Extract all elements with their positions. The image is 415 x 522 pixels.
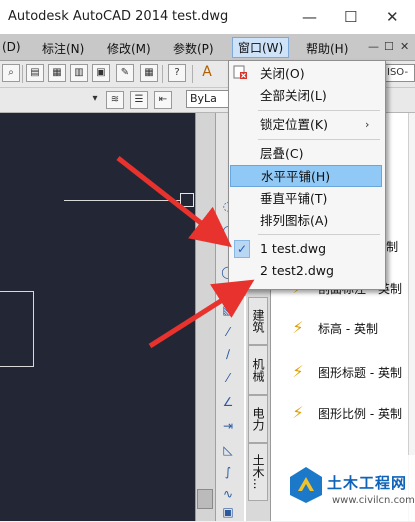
watermark-url: www.civilcn.com [332, 495, 415, 506]
annotation-arrows [116, 156, 255, 349]
arrow-to-doc-1 [116, 156, 232, 248]
arrow-to-doc-2 [148, 279, 255, 349]
civilcn-logo-icon [288, 465, 324, 505]
watermark-title: 土木工程网 [327, 474, 408, 492]
